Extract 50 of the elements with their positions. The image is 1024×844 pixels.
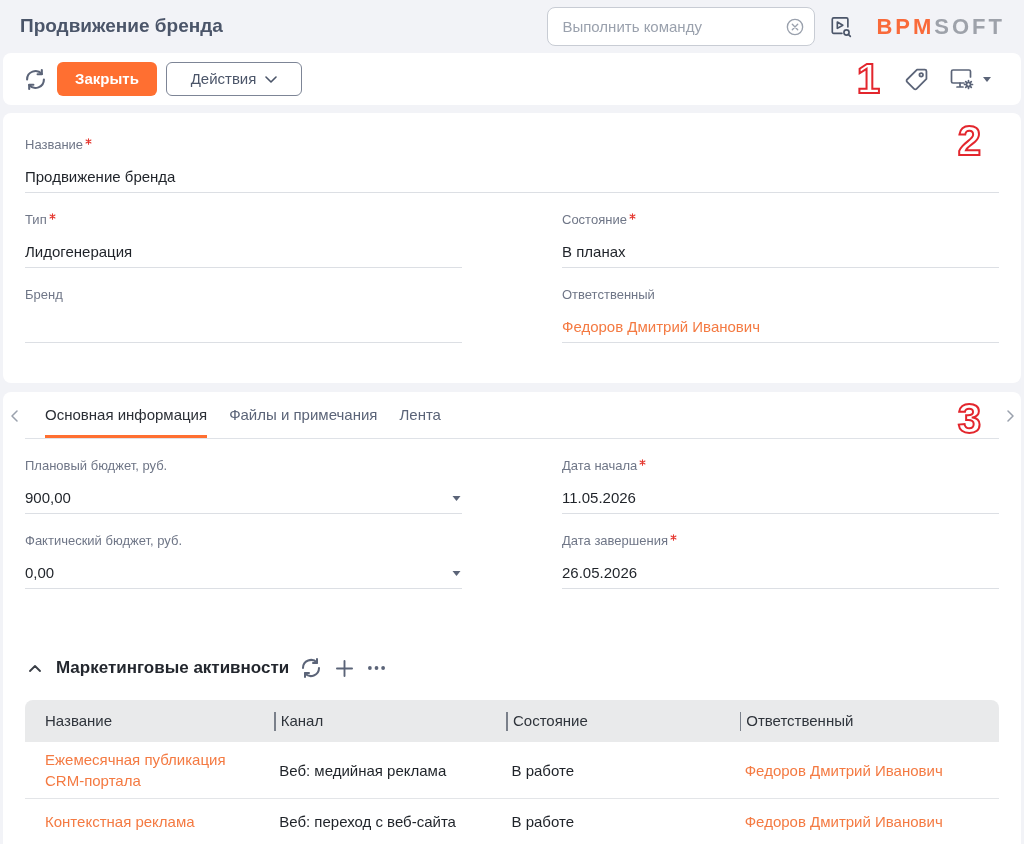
field-label: Тип — [25, 211, 47, 230]
callout-number: 1 — [856, 58, 880, 100]
table-cell: В работе — [506, 742, 740, 799]
column-header[interactable]: Ответственный — [739, 700, 999, 742]
page-title: Продвижение бренда — [20, 14, 223, 39]
table-cell: В работе — [506, 798, 740, 844]
chevron-right-icon[interactable] — [1006, 409, 1014, 422]
field-label: Фактический бюджет, руб. — [25, 532, 182, 551]
field-label: Название — [25, 136, 84, 155]
chevron-left-icon[interactable] — [10, 409, 18, 422]
command-field[interactable]: Выполнить команду — [547, 7, 816, 46]
monitor-gear-icon[interactable] — [950, 68, 974, 90]
text-field[interactable]: Лидогенерация — [25, 238, 462, 268]
section-title: Маркетинговые активности — [56, 657, 290, 680]
column-header[interactable]: Название — [25, 700, 275, 742]
tab[interactable]: Основная информация — [45, 392, 208, 438]
tab[interactable]: Файлы и примечания — [229, 392, 378, 438]
table-cell: Веб: медийная реклама — [274, 742, 507, 799]
dropdown-field[interactable]: 900,00 — [25, 484, 462, 514]
text-field[interactable]: Продвижение бренда — [25, 163, 999, 193]
field-label: Дата начала — [562, 457, 638, 476]
table-cell: Веб: переход с веб-сайта — [274, 798, 507, 844]
field-label: Состояние — [562, 211, 627, 230]
more-icon[interactable] — [368, 666, 386, 670]
video-search-icon[interactable] — [830, 15, 853, 38]
callout-number: 2 — [957, 120, 981, 162]
refresh-icon[interactable] — [301, 658, 322, 678]
field-label: Ответственный — [562, 286, 655, 305]
chevron-up-icon[interactable] — [29, 664, 41, 672]
field-label: Дата завершения — [562, 532, 668, 551]
dropdown-caret-icon[interactable] — [452, 496, 461, 501]
dropdown-field[interactable]: 0,00 — [25, 559, 462, 589]
dropdown-caret-icon[interactable] — [452, 571, 461, 576]
field-label: Плановый бюджет, руб. — [25, 457, 168, 476]
text-field[interactable]: 11.05.2026 — [562, 484, 999, 514]
tag-icon[interactable] — [905, 67, 928, 91]
clear-icon[interactable] — [786, 18, 805, 36]
column-header[interactable]: Канал — [274, 700, 507, 742]
chevron-down-icon — [265, 75, 278, 83]
column-header[interactable]: Состояние — [506, 700, 740, 742]
field-label: Бренд — [25, 286, 63, 305]
caret-down-icon[interactable] — [983, 76, 991, 82]
tab[interactable]: Лента — [399, 392, 441, 438]
logo: BPM SOFT — [876, 15, 1005, 38]
callout-number: 3 — [957, 398, 981, 440]
plus-icon[interactable] — [336, 659, 354, 677]
text-field[interactable]: 26.05.2026 — [562, 559, 999, 589]
text-field[interactable]: В планах — [562, 238, 999, 268]
refresh-icon[interactable] — [25, 68, 46, 90]
actions-button[interactable]: Действия — [166, 62, 302, 96]
